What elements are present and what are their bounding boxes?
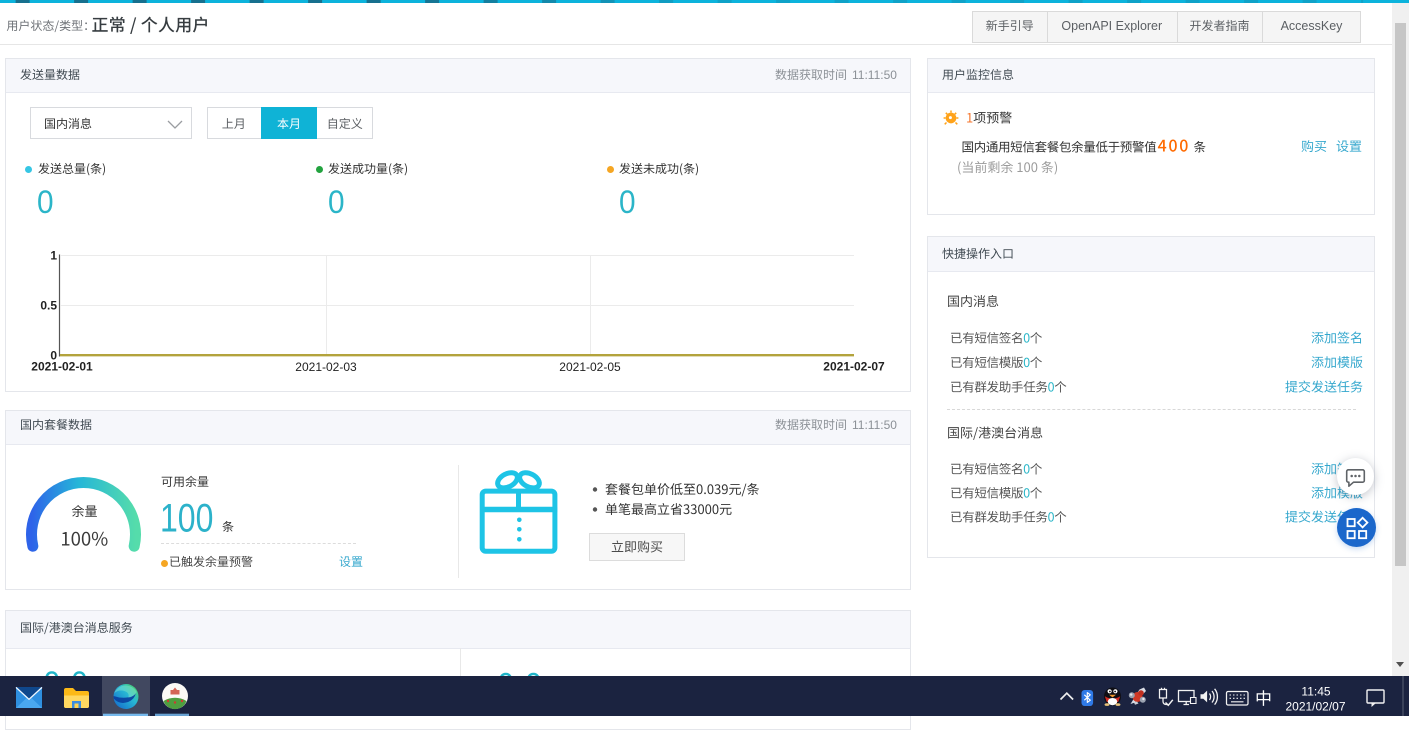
svg-text:11:45: 11:45 — [1301, 685, 1330, 699]
svg-text:2021/02/07: 2021/02/07 — [1285, 700, 1345, 714]
